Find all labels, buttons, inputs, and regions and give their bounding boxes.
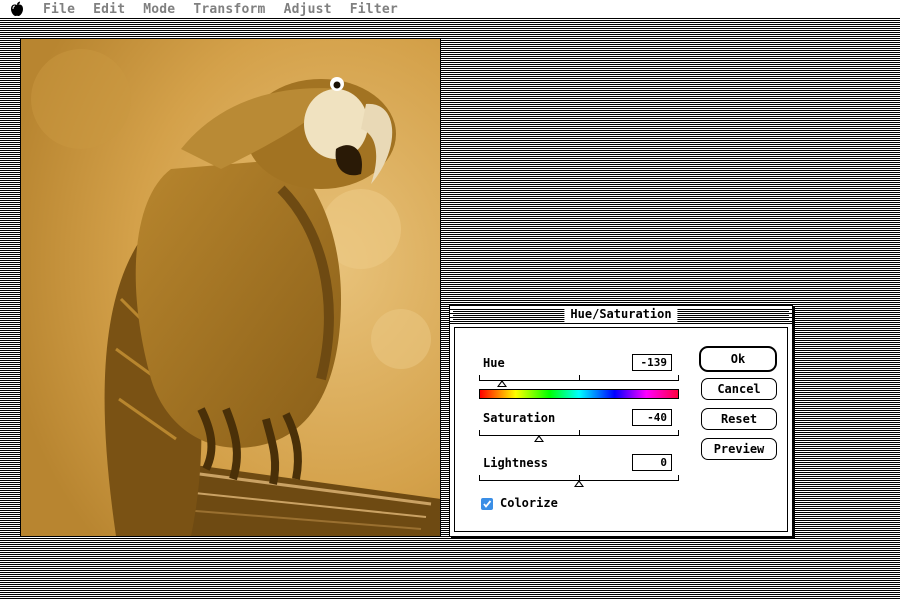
dialog-body: Hue -139 Saturation -40 Lightness 0 Colo… [454, 327, 788, 532]
hue-saturation-dialog: Hue/Saturation Hue -139 Saturation -40 L… [449, 305, 793, 537]
cancel-button[interactable]: Cancel [701, 378, 777, 400]
colorize-label[interactable]: Colorize [500, 496, 558, 510]
hue-slider-track[interactable] [479, 373, 679, 381]
menu-bar: File Edit Mode Transform Adjust Filter [0, 0, 900, 19]
saturation-value-field[interactable]: -40 [632, 409, 672, 426]
hue-label: Hue [483, 356, 505, 370]
hue-slider-thumb[interactable] [496, 380, 507, 387]
menu-adjust[interactable]: Adjust [275, 0, 341, 19]
menu-edit[interactable]: Edit [84, 0, 134, 19]
preview-button[interactable]: Preview [701, 438, 777, 460]
image-canvas[interactable] [20, 38, 441, 537]
saturation-slider-thumb[interactable] [534, 435, 544, 442]
menu-mode[interactable]: Mode [134, 0, 184, 19]
ok-button[interactable]: Ok [699, 346, 777, 372]
parrot-photo [21, 39, 440, 536]
lightness-slider-thumb[interactable] [574, 480, 584, 487]
saturation-label: Saturation [483, 411, 556, 425]
colorize-checkbox[interactable] [481, 498, 493, 510]
hue-value-field[interactable]: -139 [632, 354, 672, 371]
dialog-title: Hue/Saturation [564, 306, 678, 323]
menu-file[interactable]: File [34, 0, 84, 19]
lightness-label: Lightness [483, 456, 549, 470]
saturation-slider-track[interactable] [479, 428, 679, 436]
apple-icon[interactable] [0, 0, 34, 19]
dialog-titlebar[interactable]: Hue/Saturation [450, 306, 792, 324]
menu-transform[interactable]: Transform [184, 0, 274, 19]
hue-spectrum-bar [479, 389, 679, 399]
checkmark-icon [483, 500, 492, 508]
reset-button[interactable]: Reset [701, 408, 777, 430]
lightness-value-field[interactable]: 0 [632, 454, 672, 471]
menu-filter[interactable]: Filter [341, 0, 407, 19]
